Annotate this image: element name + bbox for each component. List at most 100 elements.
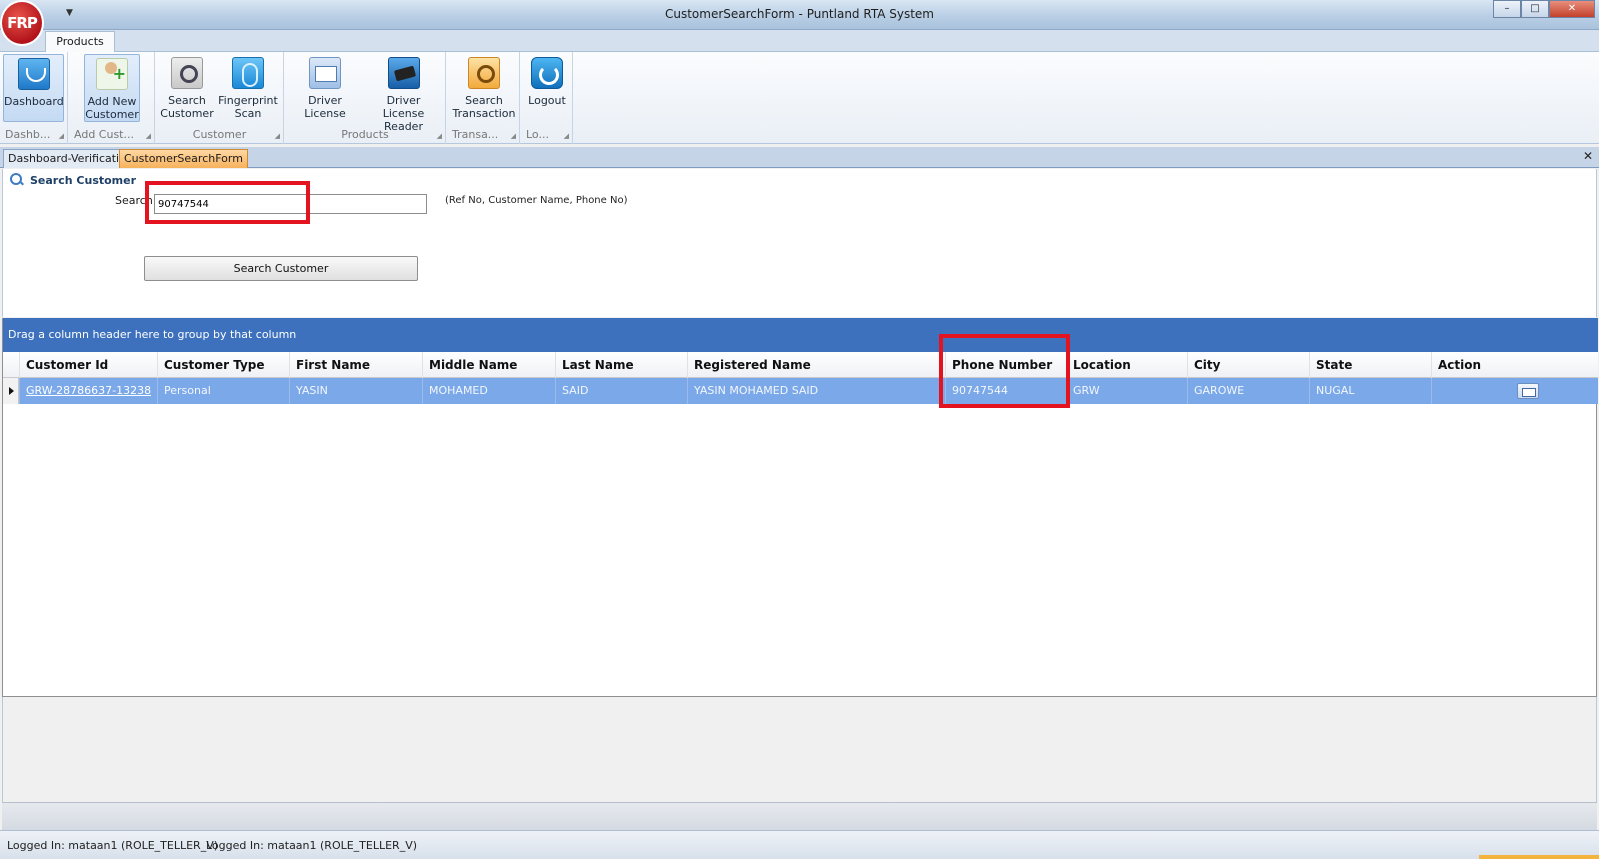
cell-first-name: YASIN: [289, 378, 422, 404]
ribbon-group-add-customer: Add New Customer Add Cust... ◢: [69, 52, 155, 144]
logout-button[interactable]: Logout: [525, 54, 569, 122]
search-form-panel: Search Customer Search (Ref No, Customer…: [2, 169, 1597, 317]
ribbon-group-label: Products: [341, 128, 389, 141]
group-by-panel[interactable]: Drag a column header here to group by th…: [3, 318, 1598, 352]
group-launcher-icon[interactable]: ◢: [437, 132, 442, 140]
ribbon: Dashboard Dashb... ◢ Add New Customer Ad…: [0, 52, 1599, 144]
driver-license-label: Driver License: [304, 94, 346, 120]
cell-phone-number: 90747544: [945, 378, 1066, 404]
ribbon-group-customer: Search Customer Fingerprint Scan Custome…: [156, 52, 284, 144]
search-label: Search: [115, 194, 153, 207]
add-new-customer-button[interactable]: Add New Customer: [84, 54, 140, 122]
cell-registered-name: YASIN MOHAMED SAID: [687, 378, 945, 404]
ribbon-group-dashboard: Dashboard Dashb... ◢: [0, 52, 68, 144]
ribbon-tab-strip: Products: [0, 30, 1599, 53]
cell-middle-name: MOHAMED: [422, 378, 555, 404]
empty-panel: [2, 697, 1597, 802]
column-header-city[interactable]: City: [1187, 352, 1309, 378]
column-header-registered-name[interactable]: Registered Name: [687, 352, 945, 378]
cell-action: [1431, 378, 1598, 404]
group-launcher-icon[interactable]: ◢: [146, 132, 151, 140]
dashboard-button[interactable]: Dashboard: [3, 54, 64, 122]
add-user-icon: [96, 58, 128, 90]
footer-panel: [2, 802, 1597, 830]
tab-customer-search-form[interactable]: CustomerSearchForm: [119, 149, 248, 168]
cell-location: GRW: [1066, 378, 1187, 404]
minimize-button[interactable]: –: [1493, 0, 1521, 18]
column-header-phone-number[interactable]: Phone Number: [945, 352, 1066, 378]
search-customer-button[interactable]: Search Customer: [144, 256, 418, 281]
search-customer-title: Search Customer: [30, 174, 137, 187]
search-customer-icon: [171, 57, 203, 89]
ribbon-group-transaction: Search Transaction Transa... ◢: [447, 52, 520, 144]
grid-header: Customer Id Customer Type First Name Mid…: [3, 352, 1598, 378]
cell-customer-id-link[interactable]: GRW-28786637-13238: [19, 378, 157, 404]
group-launcher-icon[interactable]: ◢: [511, 132, 516, 140]
id-card-icon[interactable]: [1517, 383, 1539, 399]
maximize-button[interactable]: □: [1521, 0, 1549, 18]
column-header-customer-type[interactable]: Customer Type: [157, 352, 289, 378]
tab-dashboard-verification[interactable]: Dashboard-Verification: [3, 149, 138, 168]
add-new-customer-label-line2: Customer: [85, 108, 139, 121]
close-tab-icon[interactable]: ✕: [1583, 149, 1593, 163]
window-controls: – □ ✕: [1493, 0, 1595, 18]
logout-icon: [531, 57, 563, 89]
column-header-first-name[interactable]: First Name: [289, 352, 422, 378]
card-reader-icon: [387, 57, 420, 89]
search-transaction-button[interactable]: Search Transaction: [451, 54, 517, 122]
status-bar: Logged In: mataan1 (ROLE_TELLER_V) Logge…: [0, 830, 1599, 859]
driver-license-reader-label-line1: Driver License: [382, 94, 425, 120]
driver-license-icon: [309, 57, 341, 89]
cell-customer-type: Personal: [157, 378, 289, 404]
group-launcher-icon[interactable]: ◢: [564, 132, 569, 140]
column-header-customer-id[interactable]: Customer Id: [19, 352, 157, 378]
column-header-location[interactable]: Location: [1066, 352, 1187, 378]
ribbon-group-label: Transa...: [452, 128, 499, 141]
search-transaction-label-line2: Transaction: [452, 107, 516, 120]
driver-license-button[interactable]: Driver License: [289, 54, 361, 122]
status-logged-in: Logged In: mataan1 (ROLE_TELLER_V): [7, 839, 219, 852]
search-input[interactable]: [154, 194, 427, 214]
fingerprint-scan-button[interactable]: Fingerprint Scan: [216, 54, 280, 122]
title-bar: CustomerSearchForm - Puntland RTA System…: [0, 0, 1599, 30]
fingerprint-scan-label-line1: Fingerprint: [218, 94, 278, 107]
logout-label: Logout: [528, 94, 566, 107]
fingerprint-icon: [232, 57, 264, 89]
cell-city: GAROWE: [1187, 378, 1309, 404]
group-launcher-icon[interactable]: ◢: [275, 132, 280, 140]
status-accent: [1479, 855, 1599, 859]
column-header-state[interactable]: State: [1309, 352, 1431, 378]
search-hint: (Ref No, Customer Name, Phone No): [445, 195, 628, 206]
ribbon-tab-products[interactable]: Products: [45, 31, 115, 53]
dashboard-button-label: Dashboard: [4, 95, 64, 108]
add-new-customer-label-line1: Add New: [87, 95, 137, 108]
column-header-action[interactable]: Action: [1431, 352, 1598, 378]
fingerprint-scan-label-line2: Scan: [234, 107, 262, 120]
customer-grid: Drag a column header here to group by th…: [2, 318, 1598, 697]
ribbon-group-products: Driver License Driver License Reader Pro…: [285, 52, 446, 144]
document-tab-strip: Dashboard-Verification CustomerSearchFor…: [0, 147, 1599, 168]
close-button[interactable]: ✕: [1549, 0, 1595, 18]
ribbon-group-label: Add Cust...: [74, 128, 134, 141]
ribbon-group-label: Dashb...: [5, 128, 51, 141]
table-row[interactable]: GRW-28786637-13238 Personal YASIN MOHAME…: [3, 378, 1598, 404]
ribbon-group-label: Customer: [192, 128, 247, 141]
group-launcher-icon[interactable]: ◢: [59, 132, 64, 140]
column-header-last-name[interactable]: Last Name: [555, 352, 687, 378]
app-logo-button[interactable]: FRP: [0, 0, 44, 46]
search-customer-label-line2: Customer: [160, 107, 214, 120]
search-customer-ribbon-button[interactable]: Search Customer: [160, 54, 214, 122]
row-indicator-icon: [3, 378, 19, 404]
quick-access-dropdown-icon[interactable]: ▼: [66, 8, 73, 18]
cell-state: NUGAL: [1309, 378, 1431, 404]
status-logged-in-secondary: Logged In: mataan1 (ROLE_TELLER_V): [206, 839, 418, 852]
ribbon-group-logout: Logout Lo... ◢: [521, 52, 573, 144]
driver-license-reader-button[interactable]: Driver License Reader: [365, 54, 442, 133]
search-transaction-label-line1: Search: [465, 94, 503, 107]
search-transaction-icon: [468, 57, 500, 89]
window-title: CustomerSearchForm - Puntland RTA System: [664, 7, 934, 21]
magnifier-icon: [10, 173, 24, 187]
cell-last-name: SAID: [555, 378, 687, 404]
column-header-middle-name[interactable]: Middle Name: [422, 352, 555, 378]
dashboard-icon: [17, 58, 50, 90]
